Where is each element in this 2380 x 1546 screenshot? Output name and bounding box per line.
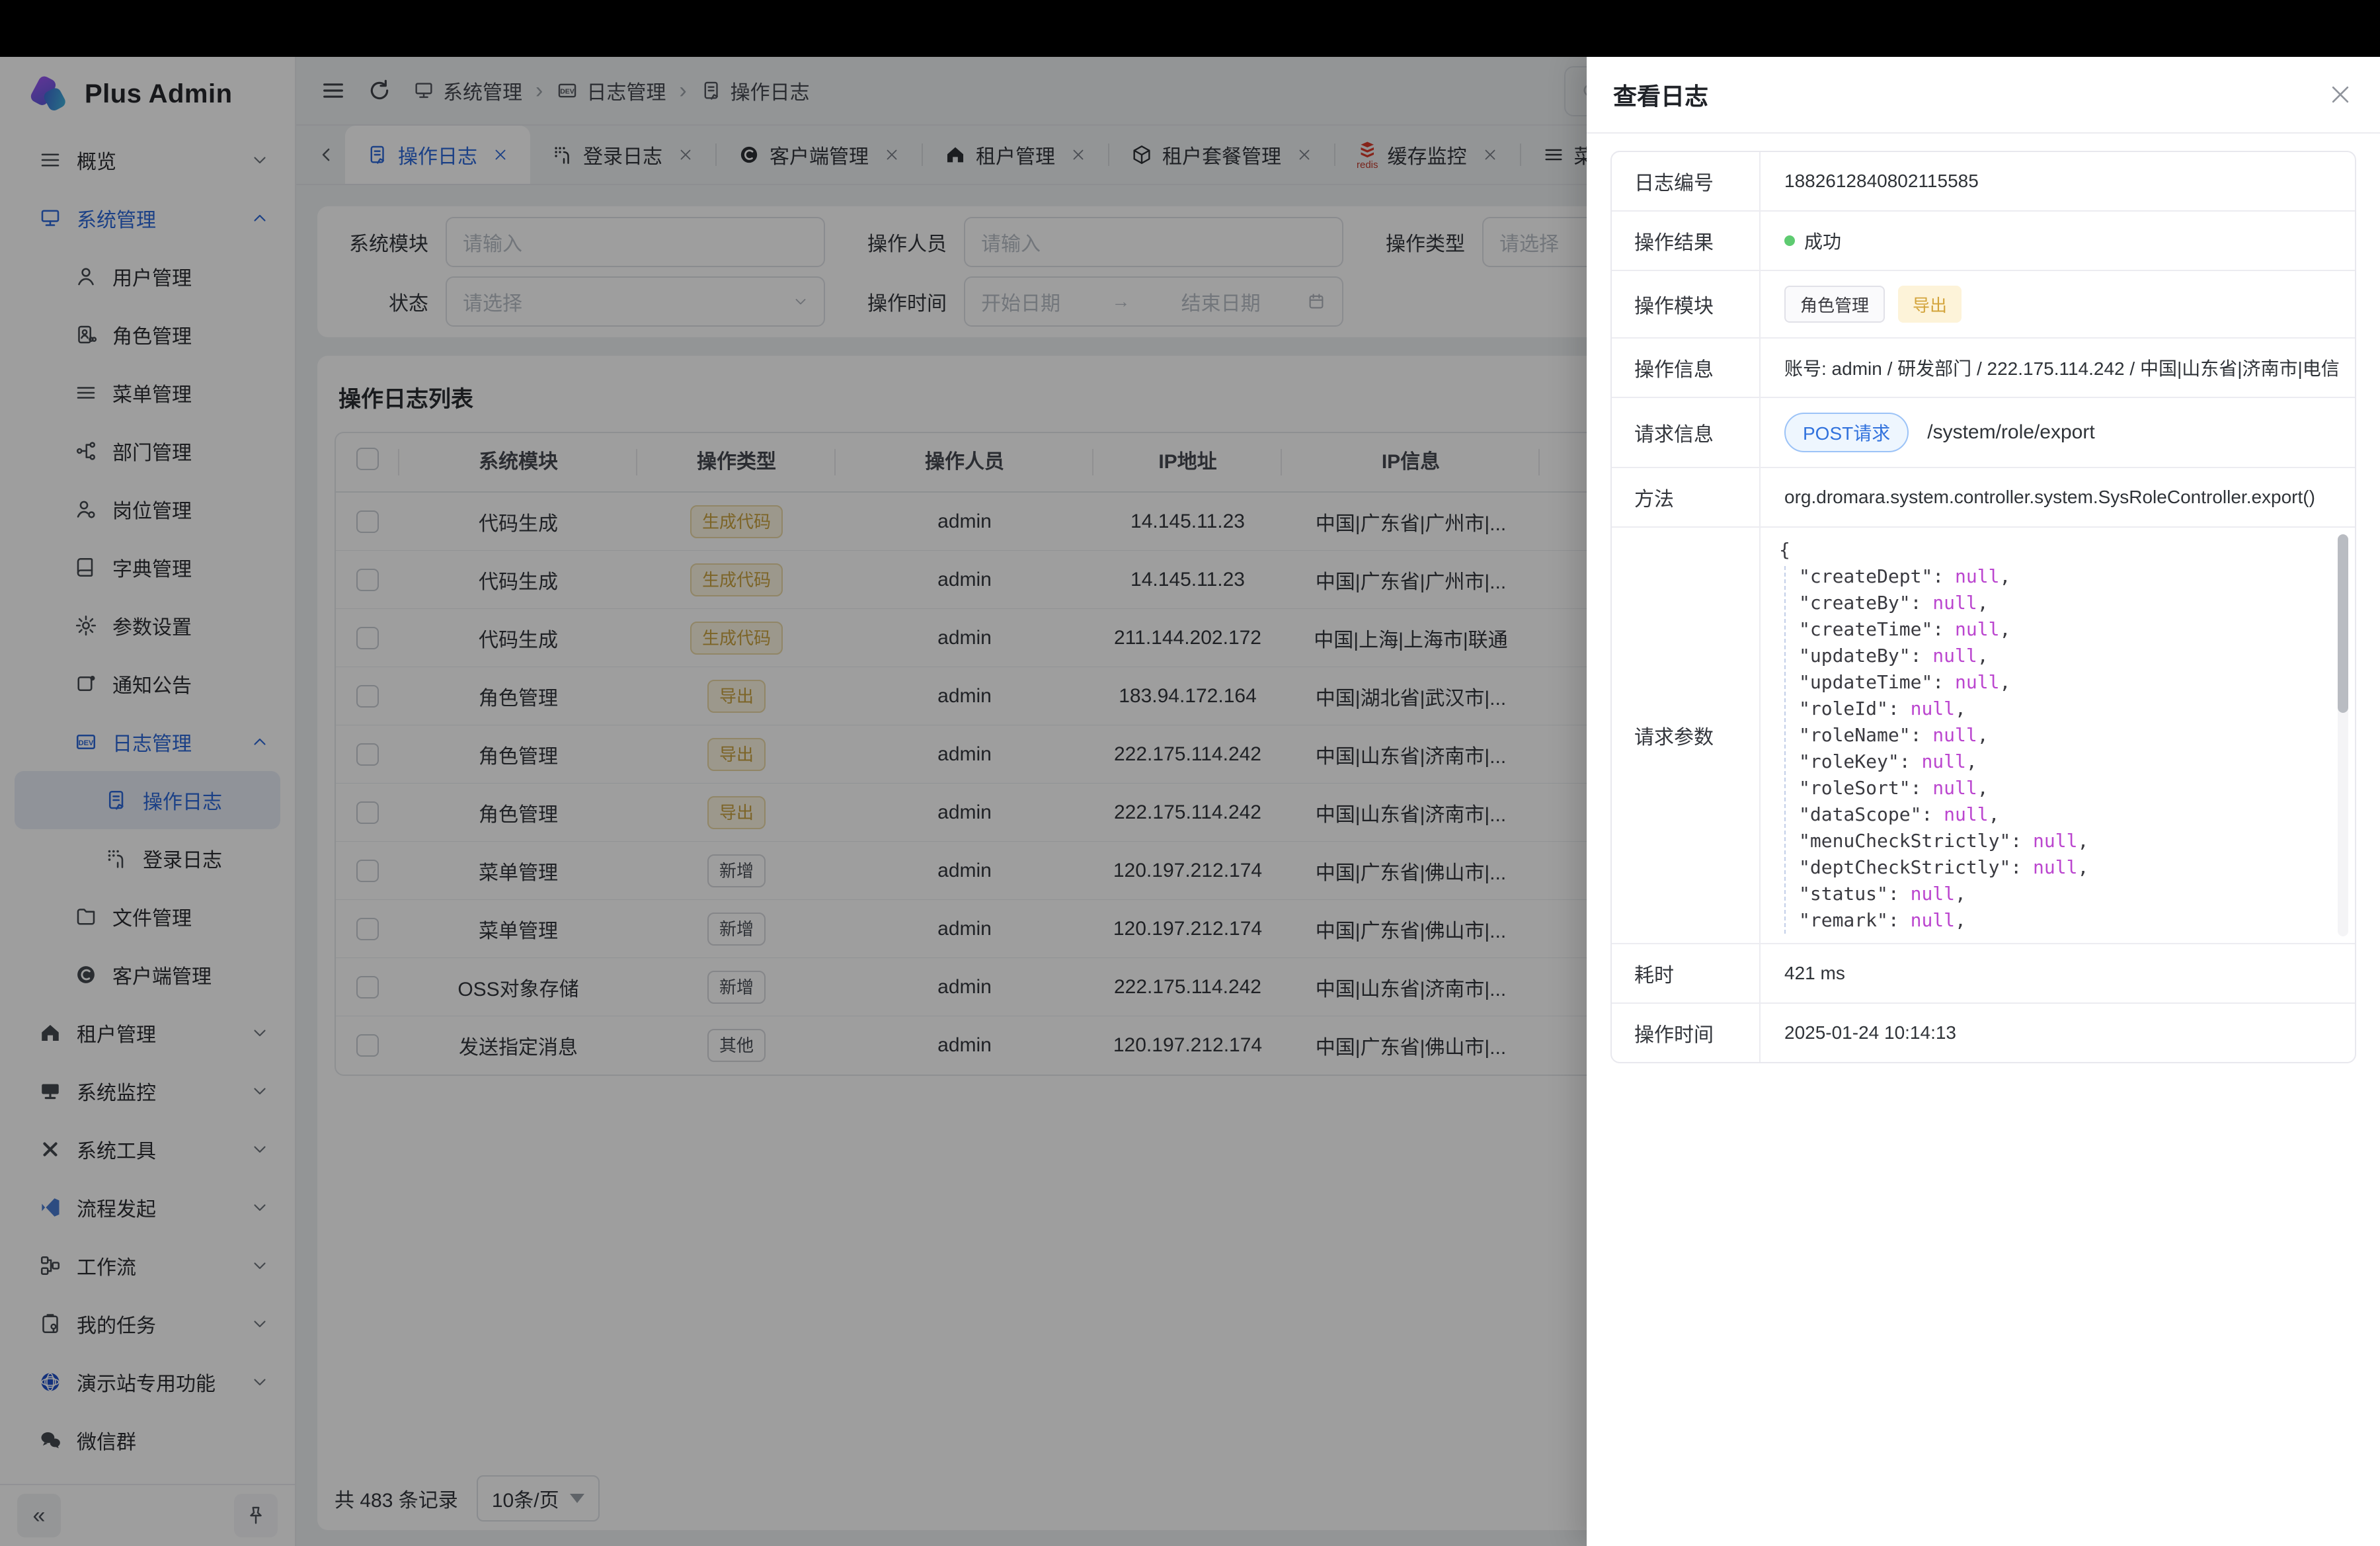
detail-label: 请求参数 [1612, 528, 1761, 943]
json-null-value: null [2033, 856, 2077, 878]
json-line: "updateBy": null, [1770, 643, 2315, 669]
json-line: "roleName": null, [1770, 722, 2315, 749]
detail-text: org.dromara.system.controller.system.Sys… [1784, 487, 2315, 508]
detail-text: 1882612840802115585 [1784, 171, 1979, 192]
detail-text: 账号: admin / 研发部门 / 222.175.114.242 / 中国|… [1784, 354, 2340, 381]
json-null-value: null [1932, 724, 1977, 746]
json-key: roleName [1810, 724, 1899, 746]
json-line: "roleKey": null, [1770, 749, 2315, 775]
success-dot-icon [1784, 235, 1795, 246]
json-scrollbar-thumb[interactable] [2338, 534, 2348, 713]
request-url: /system/role/export [1927, 421, 2094, 444]
json-key: createTime [1810, 618, 1922, 640]
detail-text: 2025-01-24 10:14:13 [1784, 1022, 1956, 1043]
detail-value-operation-time: 2025-01-24 10:14:13 [1761, 1004, 2355, 1062]
json-key: createDept [1810, 565, 1922, 587]
view-log-drawer: 查看日志 日志编号 1882612840802115585 操作结果 成功操作模块角色… [1587, 57, 2380, 1546]
json-line: "deptCheckStrictly": null, [1770, 854, 2315, 881]
app-window: Plus Admin 概览系统管理用户管理角色管理菜单管理部门管理岗位管理字典管… [0, 57, 2380, 1546]
json-key: createBy [1810, 592, 1899, 614]
status-text: 成功 [1804, 227, 1841, 254]
json-null-value: null [2033, 830, 2077, 852]
detail-value-request-info: POST请求/system/role/export [1761, 398, 2355, 467]
json-line: "createTime": null, [1770, 616, 2315, 643]
detail-row-operation-time: 操作时间 2025-01-24 10:14:13 [1612, 1004, 2355, 1062]
json-null-value: null [1911, 909, 1955, 931]
module-tag: 角色管理 [1784, 286, 1885, 323]
json-null-value: null [1932, 777, 1977, 799]
json-null-value: null [1955, 618, 1999, 640]
request-method-badge: POST请求 [1784, 413, 1909, 452]
json-line: "createBy": null, [1770, 590, 2315, 616]
detail-row-operation-info: 操作信息账号: admin / 研发部门 / 222.175.114.242 /… [1612, 339, 2355, 398]
json-key: deptCheckStrictly [1810, 856, 2000, 878]
modal-overlay[interactable] [0, 57, 1587, 1546]
json-null-value: null [1932, 645, 1977, 667]
json-line: { [1770, 537, 2315, 563]
json-line: "remark": null, [1770, 907, 2315, 934]
detail-label: 操作信息 [1612, 339, 1761, 397]
detail-label: 请求信息 [1612, 398, 1761, 467]
json-key: roleKey [1810, 751, 1888, 772]
json-null-value: null [1911, 883, 1955, 905]
json-null-value: null [1955, 671, 1999, 693]
json-line: "status": null, [1770, 881, 2315, 907]
detail-value-operation-info: 账号: admin / 研发部门 / 222.175.114.242 / 中国|… [1761, 339, 2355, 397]
json-key: remark [1810, 909, 1877, 931]
json-key: dataScope [1810, 803, 1911, 825]
detail-row-request-params: 请求参数{"createDept": null,"createBy": null… [1612, 528, 2355, 944]
drawer-title: 查看日志 [1613, 77, 1708, 112]
close-icon[interactable] [2327, 81, 2354, 108]
detail-label: 耗时 [1612, 944, 1761, 1002]
detail-row-operation-result: 操作结果 成功 [1612, 212, 2355, 271]
detail-label: 操作结果 [1612, 212, 1761, 270]
drawer-header: 查看日志 [1587, 57, 2380, 134]
json-null-value: null [1932, 592, 1977, 614]
json-key: menuCheckStrictly [1810, 830, 2000, 852]
log-detail-table: 日志编号1882612840802115585操作结果成功操作模块角色管理导出操… [1610, 151, 2356, 1063]
detail-row-operation-module: 操作模块角色管理导出 [1612, 271, 2355, 339]
json-key: roleSort [1810, 777, 1899, 799]
json-line: "roleSort": null, [1770, 775, 2315, 801]
json-null-value: null [1944, 803, 1988, 825]
drawer-body: 日志编号1882612840802115585操作结果成功操作模块角色管理导出操… [1587, 134, 2380, 1080]
json-key: updateBy [1810, 645, 1899, 667]
detail-label: 操作时间 [1612, 1004, 1761, 1062]
detail-row-method: 方法 org.dromara.system.controller.system.S… [1612, 468, 2355, 528]
detail-value-log-id: 1882612840802115585 [1761, 152, 2355, 210]
json-null-value: null [1955, 565, 1999, 587]
detail-row-log-id: 日志编号 1882612840802115585 [1612, 152, 2355, 212]
json-key: roleId [1810, 698, 1877, 719]
detail-row-request-info: 请求信息POST请求/system/role/export [1612, 398, 2355, 468]
detail-text: 421 ms [1784, 963, 1845, 984]
detail-label: 方法 [1612, 468, 1761, 526]
json-key: updateTime [1810, 671, 1922, 693]
detail-label: 日志编号 [1612, 152, 1761, 210]
module-tag: 导出 [1898, 286, 1962, 323]
json-key: status [1810, 883, 1877, 905]
json-null-value: null [1921, 751, 1965, 772]
json-line: "createDept": null, [1770, 563, 2315, 590]
detail-value-operation-module: 角色管理导出 [1761, 271, 2355, 337]
request-params-json: {"createDept": null,"createBy": null,"cr… [1761, 528, 2355, 943]
detail-value-operation-result: 成功 [1761, 212, 2355, 270]
json-line: "roleId": null, [1770, 696, 2315, 722]
json-line: "dataScope": null, [1770, 801, 2315, 828]
detail-label: 操作模块 [1612, 271, 1761, 337]
os-top-bar [0, 0, 2380, 57]
json-scrollbar-track [2338, 534, 2348, 936]
detail-value-request-params: {"createDept": null,"createBy": null,"cr… [1761, 528, 2355, 943]
json-line: "updateTime": null, [1770, 669, 2315, 696]
detail-row-duration: 耗时 421 ms [1612, 944, 2355, 1004]
json-line: "menuCheckStrictly": null, [1770, 828, 2315, 854]
detail-value-duration: 421 ms [1761, 944, 2355, 1002]
json-null-value: null [1911, 698, 1955, 719]
detail-value-method: org.dromara.system.controller.system.Sys… [1761, 468, 2355, 526]
